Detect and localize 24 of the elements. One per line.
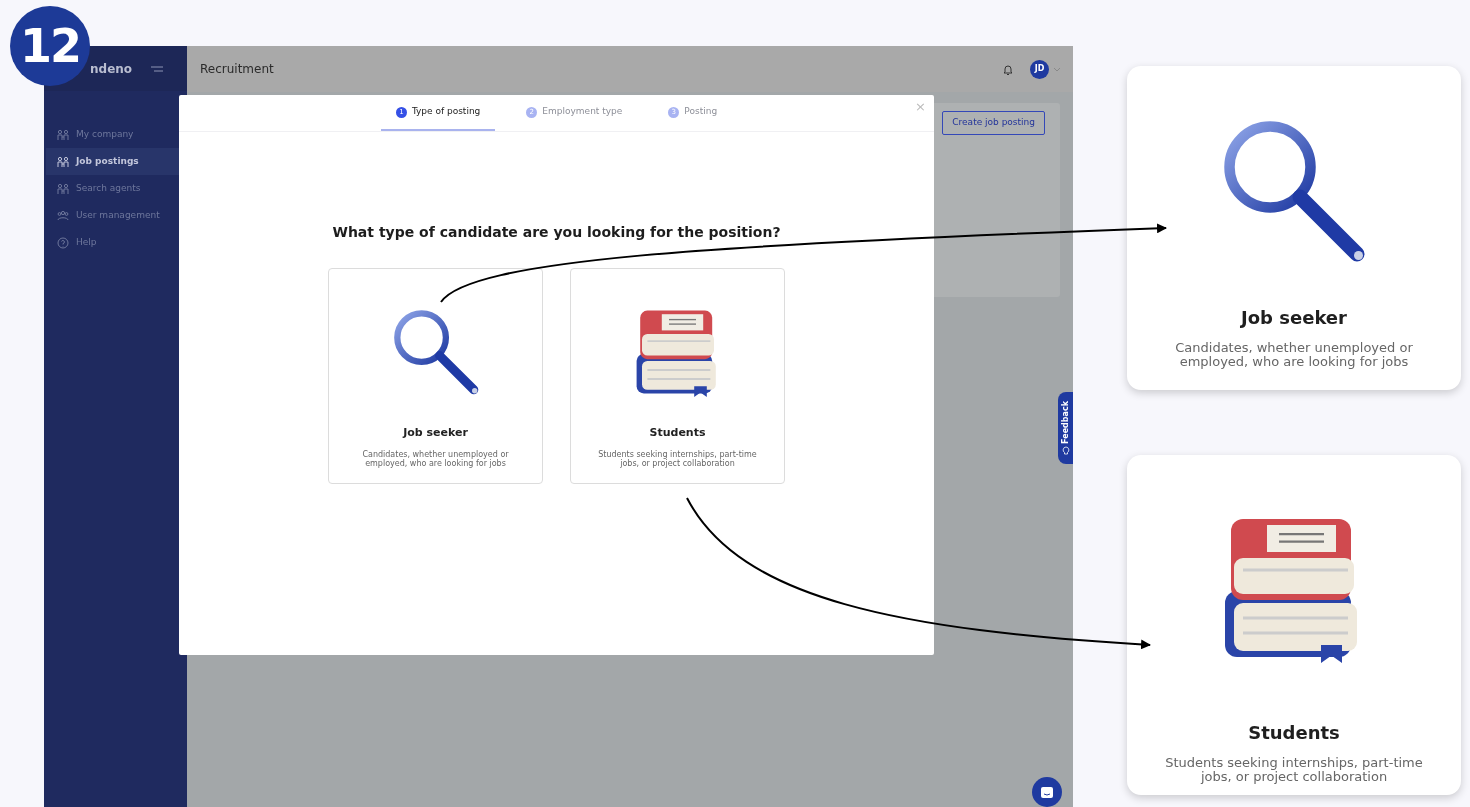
help-icon (57, 236, 69, 249)
bell-icon[interactable] (1002, 63, 1014, 75)
sidebar-item[interactable]: User management (46, 202, 187, 229)
sidebar-item[interactable]: Search agents (46, 175, 187, 202)
sidebar-item[interactable]: My company (46, 121, 187, 148)
option-card[interactable]: Job seeker Candidates, whether unemployed or employed, who are looking for jobs (328, 268, 543, 484)
create-job-posting-button[interactable]: Create job posting (942, 111, 1045, 135)
zoomed-option-card: Job seeker Candidates, whether unemployed or employed, who are looking for jobs (1127, 66, 1461, 390)
people-icon (57, 128, 69, 141)
page-title: Recruitment (200, 61, 274, 78)
step-number-badge: 12 (10, 6, 90, 86)
people-icon (57, 155, 69, 168)
feedback-tab[interactable]: Feedback (1058, 392, 1073, 464)
people-icon (57, 182, 69, 195)
chat-button[interactable] (1032, 777, 1062, 807)
user-avatar[interactable]: JD (1030, 59, 1049, 79)
users-icon (57, 209, 69, 222)
chat-icon (1040, 785, 1054, 799)
lightbulb-icon (1061, 446, 1070, 456)
logo-text: ndeno (90, 60, 133, 78)
option-card[interactable]: Students Students seeking internships, part-time jobs, or project collaboration (570, 268, 785, 484)
question-heading: What type of candidate are you looking for the position? (331, 223, 782, 242)
sidebar-item[interactable]: Help (46, 229, 187, 256)
zoomed-option-card: Students Students seeking internships, part-time jobs, or project collaboration (1127, 455, 1461, 795)
